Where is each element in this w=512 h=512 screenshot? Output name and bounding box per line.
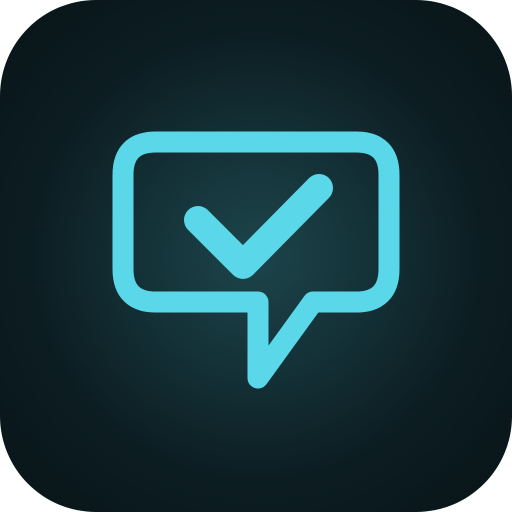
app-icon-stage	[0, 0, 512, 512]
chat-check-icon	[112, 131, 400, 389]
app-icon-tile[interactable]	[0, 0, 512, 512]
check-mark	[184, 174, 333, 279]
